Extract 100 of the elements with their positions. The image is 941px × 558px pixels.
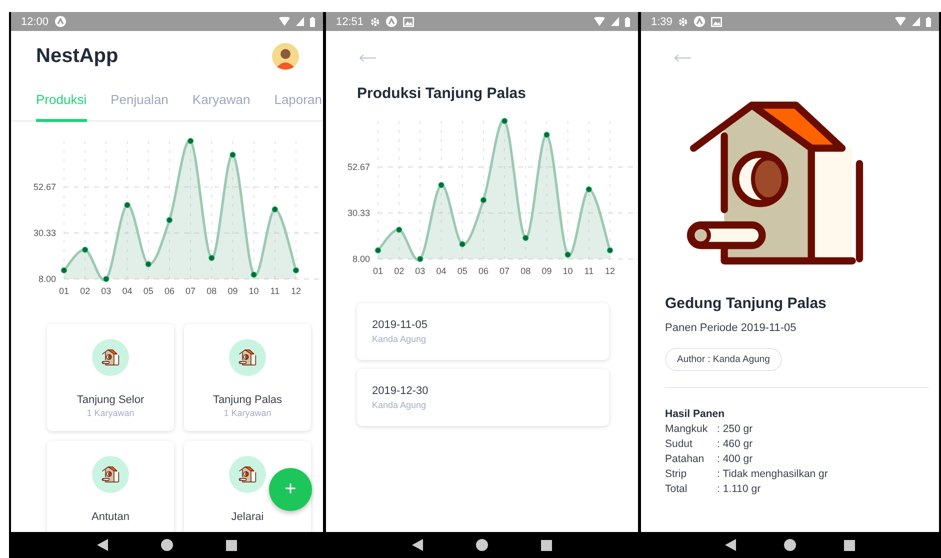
app-title: NestApp bbox=[36, 44, 118, 68]
x-axis-label: 04 bbox=[436, 266, 446, 276]
y-axis-label: 52.67 bbox=[347, 162, 370, 172]
data-point bbox=[230, 152, 236, 158]
x-axis-label: 07 bbox=[186, 286, 196, 296]
data-point bbox=[250, 272, 257, 278]
back-icon[interactable] bbox=[724, 539, 737, 551]
data-point bbox=[103, 276, 110, 282]
battery-icon bbox=[625, 16, 630, 26]
status-time: 12:00 bbox=[21, 16, 49, 28]
battery-icon bbox=[926, 16, 931, 26]
image-icon bbox=[711, 16, 722, 26]
data-point bbox=[501, 118, 508, 124]
y-axis-label: 8.00 bbox=[352, 254, 370, 264]
data-point bbox=[438, 182, 444, 188]
location-card[interactable]: Antutan bbox=[47, 441, 174, 532]
location-name: Jelarai bbox=[231, 511, 264, 523]
data-point bbox=[82, 246, 88, 253]
employee-count: 1 Karyawan bbox=[224, 408, 272, 418]
data-point bbox=[374, 247, 382, 254]
status-time: 12:51 bbox=[336, 16, 364, 28]
y-axis-label: 30.33 bbox=[33, 228, 56, 238]
result-value: : 460 gr bbox=[717, 438, 754, 450]
result-label: Patahan bbox=[665, 453, 706, 465]
x-axis-label: 09 bbox=[542, 266, 552, 276]
building-title: Gedung Tanjung Palas bbox=[665, 295, 828, 312]
data-point bbox=[166, 217, 173, 224]
birdhouse-icon bbox=[229, 456, 266, 493]
x-axis-label: 01 bbox=[59, 286, 69, 296]
x-axis-label: 11 bbox=[584, 266, 594, 276]
wifi-icon bbox=[594, 17, 605, 26]
employee-count: 1 Karyawan bbox=[86, 408, 134, 418]
birdhouse-icon bbox=[92, 456, 129, 493]
data-point bbox=[564, 252, 571, 258]
entry-date: 2019-12-30 bbox=[372, 385, 430, 397]
signal-icon bbox=[296, 17, 304, 26]
notification-icon bbox=[694, 16, 706, 27]
recents-icon[interactable] bbox=[844, 540, 856, 550]
signal-icon bbox=[611, 17, 619, 26]
data-point bbox=[396, 226, 402, 233]
x-axis-label: 10 bbox=[562, 266, 573, 276]
entry-author: Kanda Agung bbox=[372, 334, 428, 344]
result-label: Sudut bbox=[665, 438, 694, 450]
location-name: Antutan bbox=[92, 511, 130, 523]
birdhouse-icon bbox=[229, 339, 266, 376]
result-label: Total bbox=[665, 483, 688, 495]
gear-icon bbox=[370, 16, 380, 26]
data-point bbox=[606, 247, 614, 254]
data-point bbox=[522, 234, 529, 242]
notification-icon bbox=[54, 16, 66, 27]
data-point bbox=[292, 267, 300, 274]
data-point bbox=[187, 138, 194, 144]
x-axis-label: 05 bbox=[143, 286, 154, 296]
harvest-entry-card[interactable]: 2019-12-30 Kanda Agung bbox=[357, 369, 609, 426]
data-point bbox=[586, 186, 592, 192]
entry-date: 2019-11-05 bbox=[372, 319, 428, 331]
author-chip: Author : Kanda Agung bbox=[665, 348, 782, 371]
notification-icon bbox=[386, 16, 397, 27]
x-axis-label: 10 bbox=[248, 286, 259, 296]
y-axis-label: 30.33 bbox=[347, 208, 370, 218]
x-axis-label: 05 bbox=[457, 266, 468, 276]
back-icon[interactable] bbox=[412, 539, 424, 551]
x-axis-label: 11 bbox=[270, 286, 280, 296]
battery-icon bbox=[310, 16, 315, 26]
wifi-icon bbox=[895, 17, 906, 26]
data-point bbox=[459, 241, 466, 248]
results-heading: Hasil Panen bbox=[665, 408, 726, 420]
home-icon[interactable] bbox=[784, 539, 796, 551]
x-axis-label: 12 bbox=[605, 266, 615, 276]
x-axis-label: 06 bbox=[478, 266, 488, 276]
x-axis-label: 02 bbox=[394, 266, 404, 276]
result-value: : Tidak menghasilkan gr bbox=[717, 468, 829, 480]
home-icon[interactable] bbox=[161, 539, 174, 551]
harvest-entry-card[interactable]: 2019-11-05 Kanda Agung bbox=[357, 303, 609, 360]
gear-icon bbox=[678, 16, 688, 26]
location-card[interactable]: Tanjung Selor 1 Karyawan bbox=[47, 324, 174, 431]
x-axis-label: 01 bbox=[373, 266, 383, 276]
back-icon[interactable] bbox=[97, 539, 110, 551]
x-axis-label: 06 bbox=[164, 286, 174, 296]
data-point bbox=[480, 197, 487, 204]
data-point bbox=[145, 261, 152, 268]
wifi-icon bbox=[279, 17, 290, 26]
birdhouse-icon bbox=[92, 339, 129, 376]
x-axis-label: 12 bbox=[291, 286, 301, 296]
x-axis-label: 07 bbox=[500, 266, 510, 276]
harvest-period: Panen Periode 2019-11-05 bbox=[665, 322, 798, 334]
data-point bbox=[544, 132, 550, 138]
x-axis-label: 09 bbox=[228, 286, 238, 296]
y-axis-label: 8.00 bbox=[38, 274, 56, 284]
x-axis-label: 03 bbox=[101, 286, 112, 296]
signal-icon bbox=[912, 17, 920, 26]
entry-author: Kanda Agung bbox=[372, 400, 428, 410]
result-value: : 400 gr bbox=[717, 453, 754, 465]
recents-icon[interactable] bbox=[226, 540, 237, 550]
data-point bbox=[272, 206, 278, 212]
recents-icon[interactable] bbox=[540, 540, 552, 550]
avatar-icon[interactable] bbox=[272, 42, 299, 70]
home-icon[interactable] bbox=[476, 539, 488, 551]
location-card[interactable]: Tanjung Palas 1 Karyawan bbox=[184, 324, 311, 431]
y-axis-label: 52.67 bbox=[33, 182, 56, 192]
